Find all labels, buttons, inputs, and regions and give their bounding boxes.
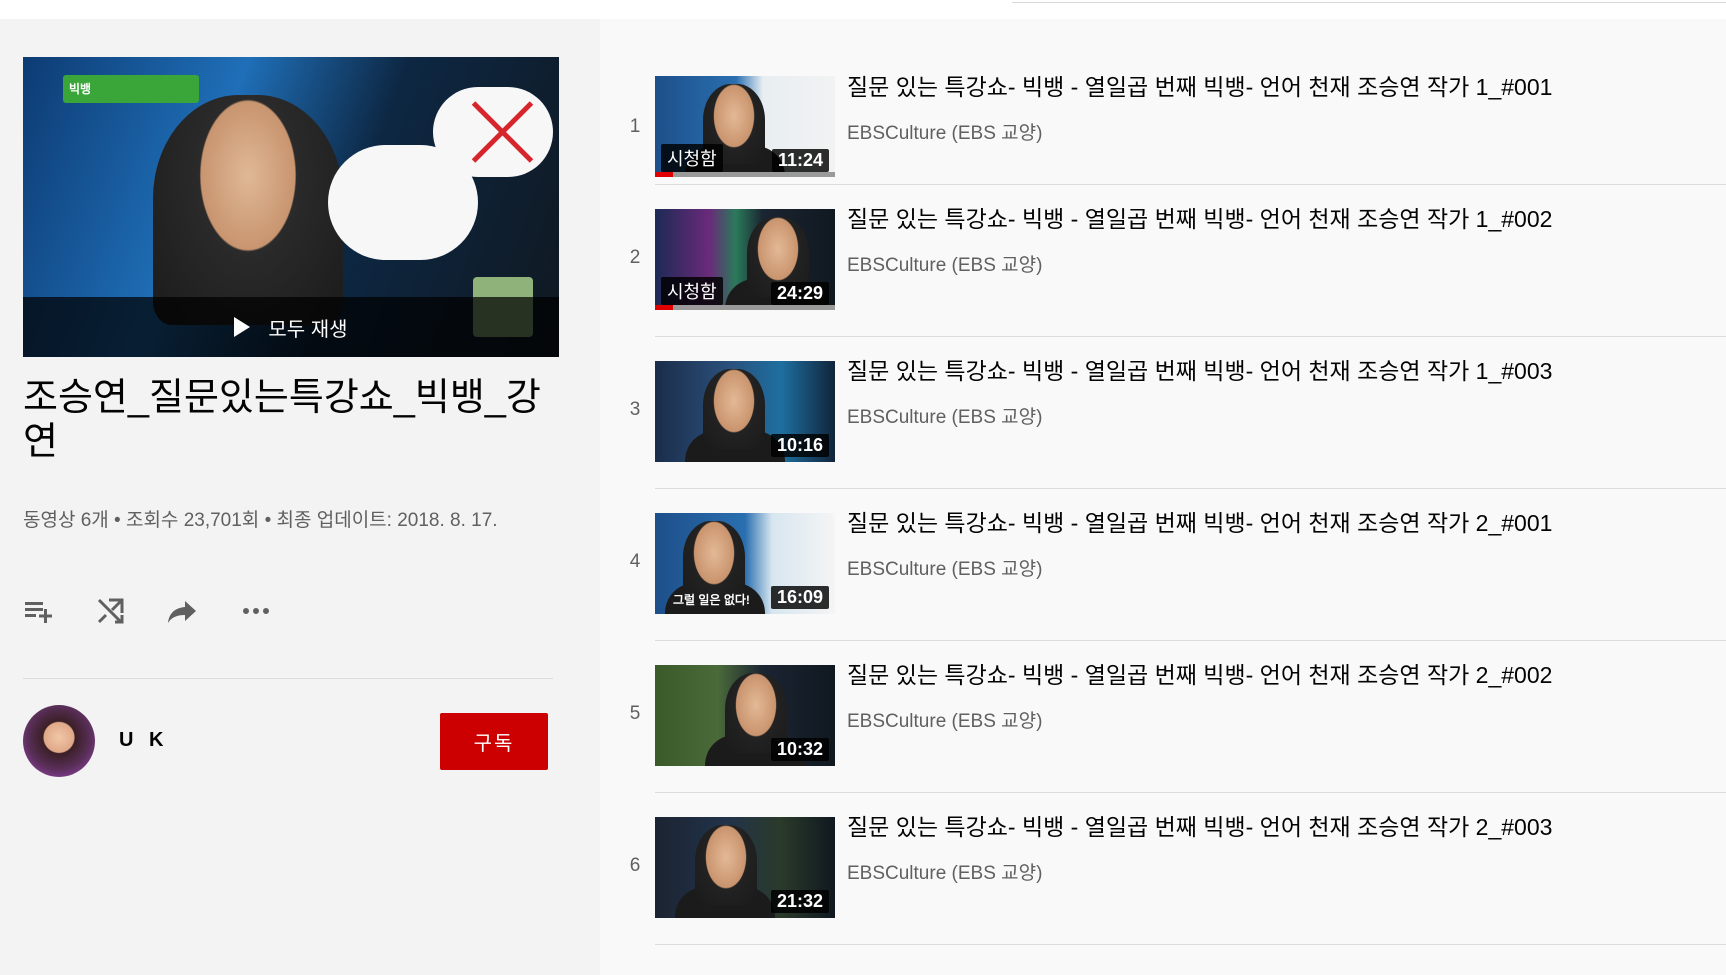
playlist-stats: 동영상 6개 • 조회수 23,701회 • 최종 업데이트: 2018. 8.…: [23, 510, 498, 531]
video-title[interactable]: 질문 있는 특강쇼- 빅뱅 - 열일곱 번째 빅뱅- 언어 천재 조승연 작가 …: [847, 356, 1552, 386]
video-index: 1: [629, 116, 641, 137]
video-title[interactable]: 질문 있는 특강쇼- 빅뱅 - 열일곱 번째 빅뱅- 언어 천재 조승연 작가 …: [847, 72, 1552, 102]
video-index: 6: [629, 855, 641, 876]
divider: [23, 678, 553, 679]
play-all-label: 모두 재생: [268, 318, 348, 341]
shuffle-icon[interactable]: [95, 596, 131, 626]
duration-badge: 10:16: [770, 434, 829, 457]
playlist-title[interactable]: 조승연_질문있는특강쇼_빅뱅_강연: [23, 376, 553, 464]
video-title[interactable]: 질문 있는 특강쇼- 빅뱅 - 열일곱 번째 빅뱅- 언어 천재 조승연 작가 …: [847, 508, 1552, 538]
video-channel[interactable]: EBSCulture (EBS 교양): [847, 706, 1042, 733]
video-thumbnail[interactable]: 시청함 11:24: [655, 76, 835, 177]
video-thumbnail[interactable]: 10:32: [655, 665, 835, 766]
video-channel[interactable]: EBSCulture (EBS 교양): [847, 858, 1042, 885]
video-thumbnail[interactable]: 그럴 일은 없다! 16:09: [655, 513, 835, 614]
thumbnail-caption: 그럴 일은 없다!: [673, 593, 750, 607]
playlist-sidebar: 빅뱅 모두 재생 조승연_질문있는특강쇼_빅뱅_강연 동영상 6개 • 조회수 …: [0, 19, 600, 975]
list-item[interactable]: 1 시청함 11:24 질문 있는 특강쇼- 빅뱅 - 열일곱 번째 빅뱅- 언…: [600, 37, 1726, 189]
watch-progress: [655, 305, 835, 310]
video-index: 4: [629, 551, 641, 572]
row-divider: [655, 640, 1726, 641]
playlist-video-list: 1 시청함 11:24 질문 있는 특강쇼- 빅뱅 - 열일곱 번째 빅뱅- 언…: [600, 19, 1726, 975]
video-title[interactable]: 질문 있는 특강쇼- 빅뱅 - 열일곱 번째 빅뱅- 언어 천재 조승연 작가 …: [847, 660, 1552, 690]
play-icon: [234, 317, 251, 337]
video-index: 2: [629, 247, 641, 268]
list-item[interactable]: 4 그럴 일은 없다! 16:09 질문 있는 특강쇼- 빅뱅 - 열일곱 번째…: [600, 493, 1726, 645]
list-item[interactable]: 5 10:32 질문 있는 특강쇼- 빅뱅 - 열일곱 번째 빅뱅- 언어 천재…: [600, 645, 1726, 797]
video-thumbnail[interactable]: 시청함 24:29: [655, 209, 835, 310]
video-index: 5: [629, 703, 641, 724]
row-divider: [655, 944, 1726, 945]
avatar[interactable]: [23, 705, 95, 777]
channel-owner-name[interactable]: U K: [119, 729, 168, 752]
list-item[interactable]: 3 10:16 질문 있는 특강쇼- 빅뱅 - 열일곱 번째 빅뱅- 언어 천재…: [600, 341, 1726, 493]
row-divider: [655, 792, 1726, 793]
row-divider: [655, 184, 1726, 185]
video-title[interactable]: 질문 있는 특강쇼- 빅뱅 - 열일곱 번째 빅뱅- 언어 천재 조승연 작가 …: [847, 812, 1552, 842]
video-channel[interactable]: EBSCulture (EBS 교양): [847, 402, 1042, 429]
duration-badge: 21:32: [770, 890, 829, 913]
watched-badge: 시청함: [661, 277, 723, 305]
duration-badge: 10:32: [770, 738, 829, 761]
watch-progress: [655, 172, 835, 177]
list-item[interactable]: 6 21:32 질문 있는 특강쇼- 빅뱅 - 열일곱 번째 빅뱅- 언어 천재…: [600, 797, 1726, 949]
subscribe-button[interactable]: 구독: [440, 713, 548, 770]
video-channel[interactable]: EBSCulture (EBS 교양): [847, 554, 1042, 581]
row-divider: [655, 488, 1726, 489]
play-all-button[interactable]: 모두 재생: [23, 297, 559, 357]
cross-mark-icon: [468, 97, 538, 167]
playlist-thumbnail[interactable]: 빅뱅 모두 재생: [23, 57, 559, 357]
watched-badge: 시청함: [661, 144, 723, 172]
video-thumbnail[interactable]: 21:32: [655, 817, 835, 918]
show-logo: 빅뱅: [63, 75, 199, 103]
search-box-edge[interactable]: [1012, 0, 1726, 3]
share-icon[interactable]: [165, 596, 201, 626]
video-channel[interactable]: EBSCulture (EBS 교양): [847, 118, 1042, 145]
list-item[interactable]: 2 시청함 24:29 질문 있는 특강쇼- 빅뱅 - 열일곱 번째 빅뱅- 언…: [600, 189, 1726, 341]
presenter-image: [153, 95, 343, 325]
duration-badge: 16:09: [770, 586, 829, 609]
row-divider: [655, 336, 1726, 337]
video-index: 3: [629, 399, 641, 420]
video-thumbnail[interactable]: 10:16: [655, 361, 835, 462]
video-channel[interactable]: EBSCulture (EBS 교양): [847, 250, 1042, 277]
video-title[interactable]: 질문 있는 특강쇼- 빅뱅 - 열일곱 번째 빅뱅- 언어 천재 조승연 작가 …: [847, 204, 1552, 234]
add-to-queue-icon[interactable]: [23, 596, 59, 626]
top-bar: [0, 0, 1726, 19]
duration-badge: 24:29: [770, 282, 829, 305]
more-icon[interactable]: [240, 596, 276, 626]
duration-badge: 11:24: [771, 149, 829, 172]
